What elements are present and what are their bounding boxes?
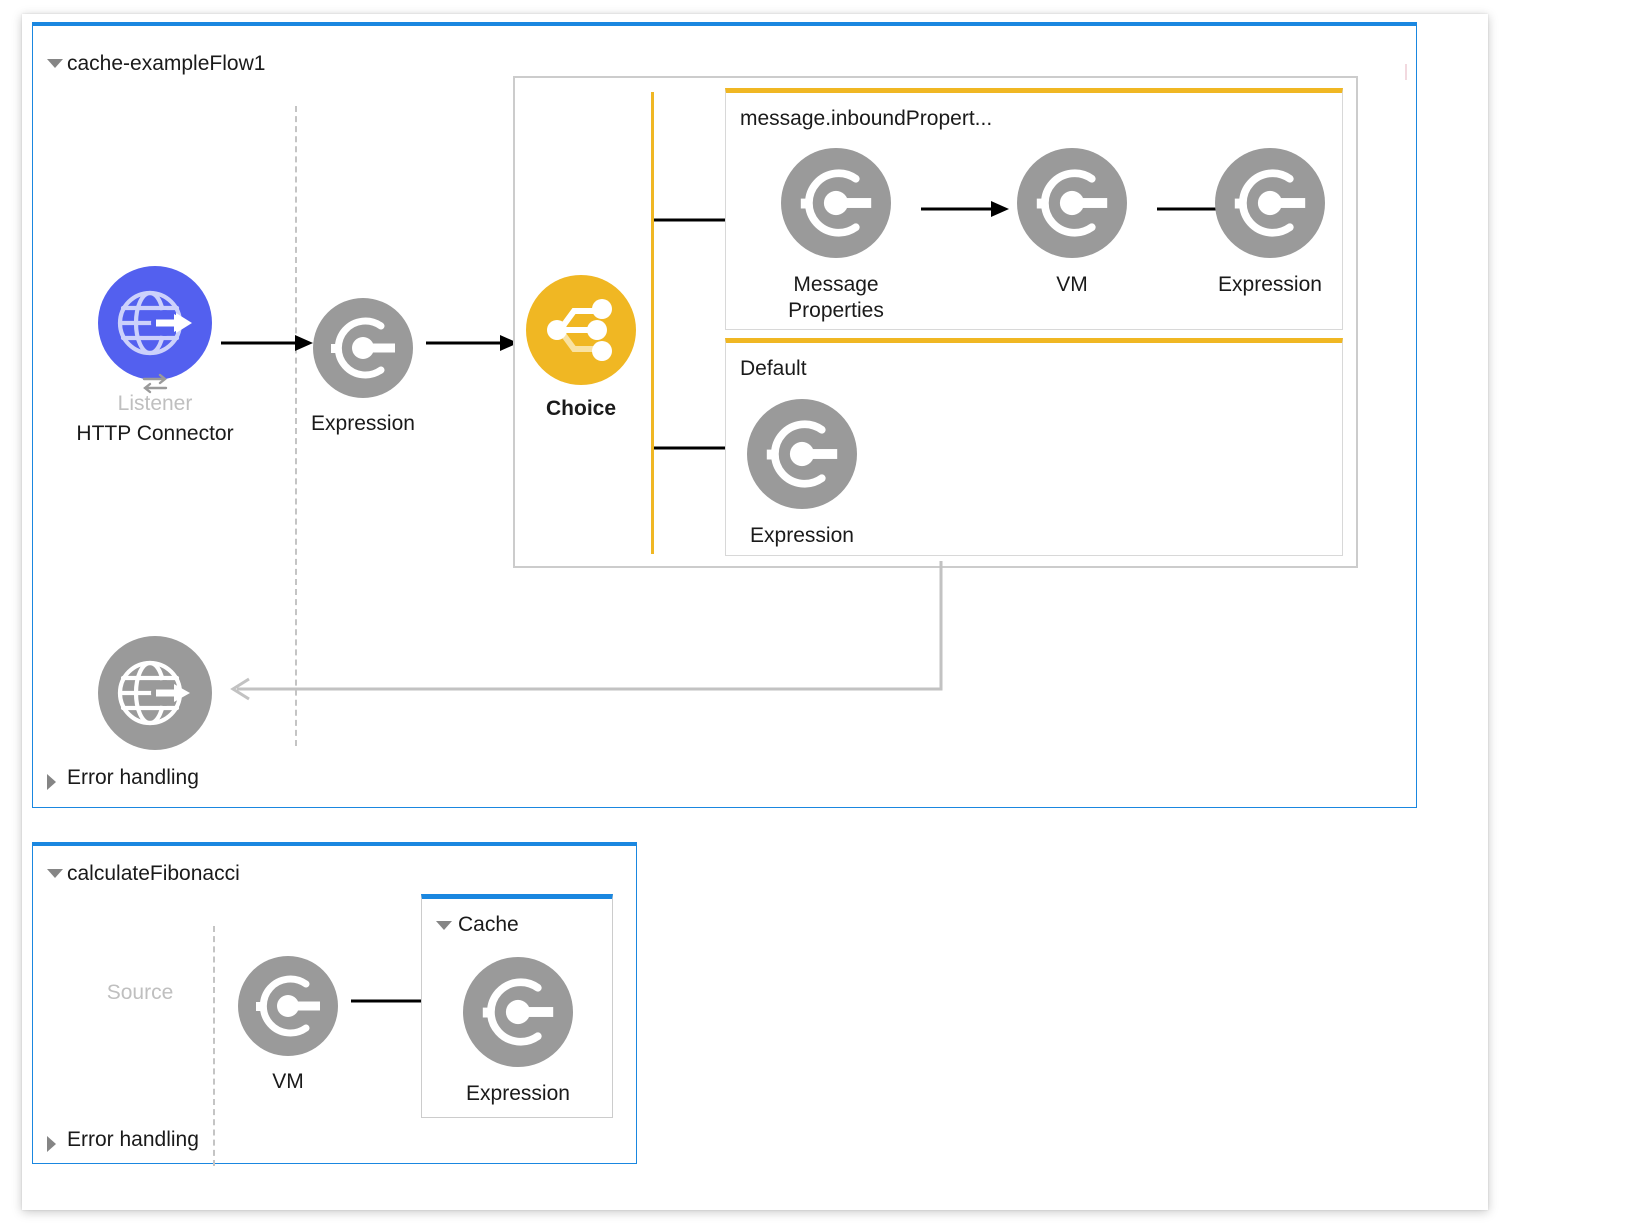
node-label: Message Properties xyxy=(761,272,911,323)
flow-title: calculateFibonacci xyxy=(67,862,240,886)
branch-condition-label: Default xyxy=(740,357,807,381)
triangle-down-icon[interactable] xyxy=(47,869,63,878)
choice-branch-icon xyxy=(526,275,636,385)
globe-arrow-icon xyxy=(98,636,212,750)
flow-panel-cache-exampleflow1[interactable]: cache-exampleFlow1 xyxy=(32,22,1417,808)
globe-arrow-icon xyxy=(98,266,212,380)
node-choice[interactable]: Choice xyxy=(526,275,636,385)
node-label: VM xyxy=(1056,272,1088,298)
node-label: Choice xyxy=(546,396,616,422)
node-label: Expression xyxy=(1218,272,1322,298)
node-vm-2[interactable]: VM xyxy=(238,956,338,1056)
return-path-connector xyxy=(213,561,953,711)
node-expression-4[interactable]: Expression xyxy=(463,957,573,1067)
flow-canvas[interactable]: cache-exampleFlow1 xyxy=(22,14,1488,1210)
scope-title: Cache xyxy=(458,913,519,937)
error-handling-label[interactable]: Error handling xyxy=(67,1128,199,1152)
node-label: Expression xyxy=(311,411,415,437)
node-label: Expression xyxy=(466,1081,570,1107)
node-expression-3[interactable]: Expression xyxy=(747,399,857,509)
processor-c-icon xyxy=(1017,148,1127,258)
connector-arrow xyxy=(221,331,313,355)
node-expression-2[interactable]: Expression xyxy=(1215,148,1325,258)
processor-c-icon xyxy=(313,298,413,398)
processor-c-icon xyxy=(238,956,338,1056)
node-label: VM xyxy=(272,1069,304,1095)
choice-rail xyxy=(651,92,654,554)
node-label: Expression xyxy=(750,523,854,549)
triangle-down-icon[interactable] xyxy=(436,921,452,930)
flow-title: cache-exampleFlow1 xyxy=(67,52,265,76)
error-handling-label[interactable]: Error handling xyxy=(67,766,199,790)
node-vm-1[interactable]: VM xyxy=(1017,148,1127,258)
scroll-marker xyxy=(1405,64,1407,80)
node-message-properties[interactable]: Message Properties xyxy=(781,148,891,258)
connector-arrow xyxy=(921,197,1009,221)
processor-c-icon xyxy=(463,957,573,1067)
node-sublabel: Listener xyxy=(118,392,193,416)
connector-arrow xyxy=(426,331,518,355)
node-sublabel: Source xyxy=(107,981,174,1005)
processor-c-icon xyxy=(781,148,891,258)
node-label: HTTP Connector xyxy=(76,421,233,447)
triangle-right-icon[interactable] xyxy=(47,774,56,790)
processor-c-icon xyxy=(1215,148,1325,258)
flow-panel-calculatefibonacci[interactable]: calculateFibonacci Source VM xyxy=(32,842,637,1164)
cache-scope-box[interactable]: Cache Expression xyxy=(421,894,613,1118)
processor-c-icon xyxy=(747,399,857,509)
node-http-connector[interactable]: Listener HTTP Connector xyxy=(98,266,212,380)
source-divider xyxy=(213,926,215,1166)
triangle-right-icon[interactable] xyxy=(47,1136,56,1152)
node-http-response[interactable] xyxy=(98,636,212,750)
branch-condition-label: message.inboundPropert... xyxy=(740,107,992,131)
triangle-down-icon[interactable] xyxy=(47,59,63,68)
node-expression-1[interactable]: Expression xyxy=(313,298,413,398)
